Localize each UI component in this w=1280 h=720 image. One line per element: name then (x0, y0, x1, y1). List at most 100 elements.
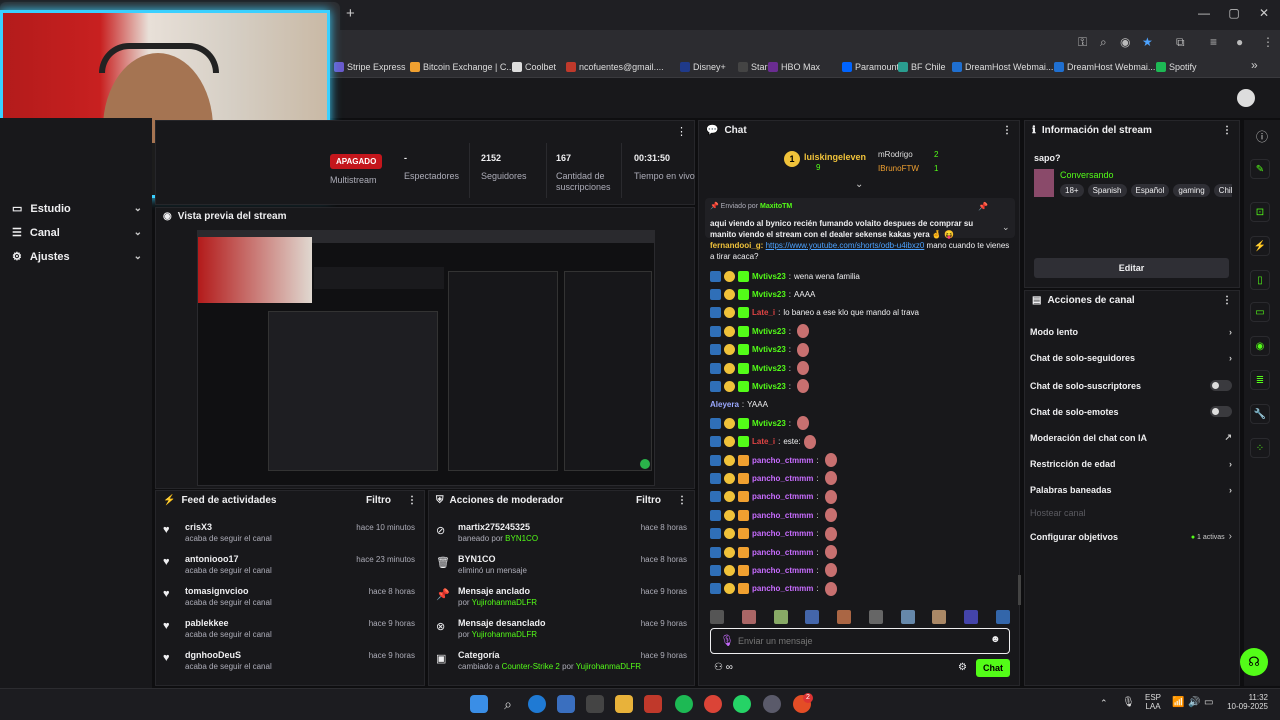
dots-icon[interactable]: ⁘ (1250, 438, 1270, 458)
list-item[interactable]: 🗑 BYN1CO eliminó un mensaje hace 8 horas (436, 554, 687, 584)
emote-icon[interactable] (773, 610, 788, 624)
channel-action-item[interactable]: Chat de solo-emotes (1030, 406, 1232, 417)
channel-action-item[interactable]: Restricción de edad › (1030, 459, 1232, 469)
bookmark-item[interactable]: DreamHost Webmai... (1054, 59, 1155, 75)
stack-icon[interactable]: ≣ (1250, 370, 1270, 390)
chat-message[interactable]: Mvtivs23: AAAA (710, 286, 815, 302)
chat-message[interactable]: Aleyera: YAAA (710, 397, 768, 413)
more-bookmarks-icon[interactable]: » (1251, 58, 1258, 72)
channel-action-item[interactable]: Modo lento › (1030, 327, 1232, 337)
emote-icon[interactable] (995, 610, 1010, 624)
new-tab-icon[interactable]: + (346, 6, 362, 22)
leaderboard-third[interactable]: IBrunoFTW (878, 164, 919, 173)
collapse-icon[interactable]: ⌄ (855, 179, 863, 190)
star-icon[interactable]: ★ (1142, 35, 1153, 49)
modaction-user[interactable]: YujirohanmaDLFR (472, 630, 537, 639)
volume-icon[interactable]: 🔊 (1188, 697, 1200, 708)
pencil-icon[interactable]: ✎ (1250, 159, 1270, 179)
stream-preview-video[interactable] (197, 230, 655, 486)
tag-chip[interactable]: Chile (1213, 184, 1232, 197)
spotify-icon[interactable] (675, 695, 693, 713)
language-indicator[interactable]: ESP LAA (1145, 693, 1161, 711)
emote-icon[interactable] (932, 610, 947, 624)
bookmark-item[interactable]: Disney+ (680, 59, 726, 75)
folder-icon[interactable] (615, 695, 633, 713)
edge-icon[interactable] (528, 695, 546, 713)
unpin-icon[interactable]: 📌 (978, 202, 988, 211)
chat-username[interactable]: Aleyera (710, 400, 739, 409)
chat-input[interactable] (738, 632, 978, 650)
chat-message[interactable]: Late_i: este: (710, 434, 816, 450)
toggle-switch[interactable] (1210, 406, 1232, 417)
bookmark-item[interactable]: DreamHost Webmai... (952, 59, 1053, 75)
mic-icon[interactable]: 🎙 (720, 634, 734, 647)
channel-action-item[interactable]: Configurar objetivos ● 1 activas › (1030, 531, 1232, 542)
minimize-icon[interactable]: — (1194, 6, 1214, 20)
wrench-icon[interactable]: 🔧 (1250, 404, 1270, 424)
chat-username[interactable]: Mvtivs23 (752, 382, 786, 391)
chat-username[interactable]: pancho_ctmmm (752, 529, 813, 538)
emote-icon[interactable] (710, 610, 724, 624)
channel-action-item[interactable]: Chat de solo-seguidores › (1030, 353, 1232, 363)
tag-chip[interactable]: gaming (1173, 184, 1210, 197)
avatar[interactable] (1237, 89, 1255, 107)
stream-category[interactable]: Conversando (1060, 170, 1114, 180)
channel-action-item[interactable]: Moderación del chat con IA ↗ (1030, 432, 1232, 443)
chat-username[interactable]: pancho_ctmmm (752, 566, 813, 575)
list-item[interactable]: 📌 Mensaje anclado por YujirohanmaDLFR hace … (436, 586, 687, 616)
chat-username[interactable]: Mvtivs23 (752, 419, 786, 428)
bookmark-item[interactable]: Stripe Express (334, 59, 406, 75)
list-item[interactable]: ⊘ martix275245325 baneado por BYN1CO hace 8… (436, 522, 687, 552)
modaction-user[interactable]: Counter-Strike 2 (502, 662, 560, 671)
chat-username[interactable]: Late_i (752, 437, 775, 446)
tray-chevron-icon[interactable]: ⌃ (1100, 698, 1108, 709)
chat-message[interactable]: pancho_ctmmm: (710, 562, 837, 578)
app-icon[interactable] (644, 695, 662, 713)
chat-message[interactable]: Mvtivs23: (710, 360, 810, 376)
stats-menu-icon[interactable]: ⋮ (676, 125, 687, 138)
broadcast-icon[interactable]: ◉ (1250, 336, 1270, 356)
zoom-icon[interactable]: ⌕ (1100, 35, 1107, 50)
list-item[interactable]: ♥ dgnhooDeuS acaba de seguir el canal hace … (163, 650, 415, 680)
chat-username[interactable]: Late_i (752, 308, 775, 317)
chat-message[interactable]: pancho_ctmmm: (710, 489, 837, 505)
bookmark-item[interactable]: Spotify (1156, 59, 1197, 75)
chat-username[interactable]: pancho_ctmmm (752, 456, 813, 465)
chat-menu-icon[interactable]: ⋮ (1002, 125, 1012, 136)
tag-chip[interactable]: 18+ (1060, 184, 1084, 197)
emote-icon[interactable] (964, 610, 979, 624)
chat-message[interactable]: pancho_ctmmm: (710, 544, 837, 560)
chat-message[interactable]: Mvtivs23: (710, 415, 810, 431)
modactions-menu-icon[interactable]: ⋮ (677, 495, 687, 506)
emote-icon[interactable] (805, 610, 820, 624)
chat-message[interactable]: Mvtivs23: (710, 342, 810, 358)
eye-off-icon[interactable]: ◉ (1120, 35, 1130, 49)
bookmark-item[interactable]: Paramount+ (842, 59, 904, 75)
support-icon[interactable]: ☊ (1240, 648, 1268, 676)
bookmark-item[interactable]: HBO Max (768, 59, 820, 75)
activity-menu-icon[interactable]: ⋮ (407, 495, 417, 506)
list-item[interactable]: ▣ Categoría cambiado a Counter-Strike 2 po… (436, 650, 687, 680)
app-icon[interactable] (586, 695, 604, 713)
whatsapp-icon[interactable] (733, 695, 751, 713)
bookmark-item[interactable]: BF Chile (898, 59, 946, 75)
chat-settings-icon[interactable]: ⚙ (958, 662, 967, 673)
toggle-switch[interactable] (1210, 380, 1232, 391)
search-icon[interactable]: ⌕ (499, 695, 517, 713)
bookmark-item[interactable]: Bitcoin Exchange | C... (410, 59, 514, 75)
edit-button[interactable]: Editar (1034, 258, 1229, 278)
leaderboard-second[interactable]: mRodrigo (878, 150, 913, 159)
channel-action-item[interactable]: Chat de solo-suscriptores (1030, 380, 1232, 391)
modactions-filter-button[interactable]: Filtro (636, 495, 661, 506)
clock[interactable]: 11:32 10-09-2025 (1224, 693, 1268, 711)
extensions-icon[interactable]: ⧉ (1176, 35, 1185, 50)
nav-canal[interactable]: ☰ Canal ⌄ (12, 226, 142, 240)
chat-username[interactable]: Mvtivs23 (752, 327, 786, 336)
emote-icon[interactable] (741, 610, 756, 624)
chat-username[interactable]: pancho_ctmmm (752, 548, 813, 557)
tag-chip[interactable]: Spanish (1087, 184, 1127, 197)
chat-message[interactable]: pancho_ctmmm: (710, 507, 837, 523)
windows-start-icon[interactable] (470, 695, 488, 713)
chat-username[interactable]: pancho_ctmmm (752, 584, 813, 593)
chat-message[interactable]: Mvtivs23: wena wena familia (710, 268, 860, 284)
